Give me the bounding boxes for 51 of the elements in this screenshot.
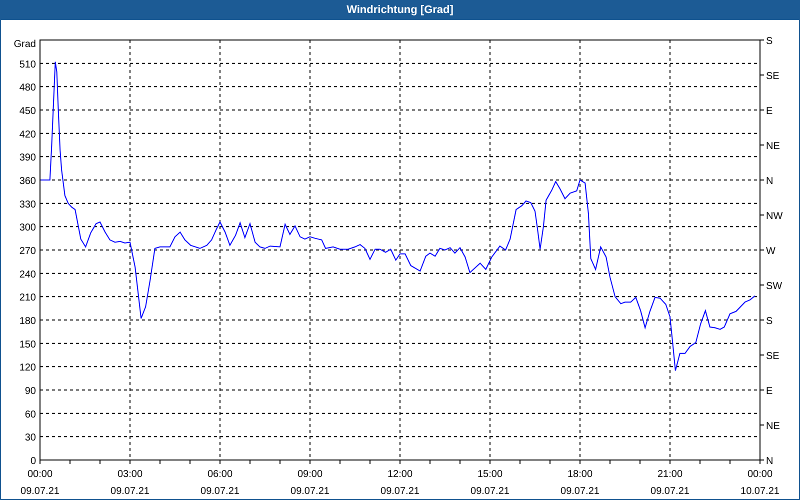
y-tick-label: 510 — [19, 59, 36, 70]
time-tick-label: 15:00 — [477, 469, 503, 480]
compass-tick-label: SE — [766, 351, 780, 362]
date-tick-label: 09.07.21 — [380, 486, 420, 497]
y-tick-label: 90 — [24, 386, 36, 397]
time-tick-label: 06:00 — [207, 469, 233, 480]
compass-tick-label: N — [766, 456, 774, 467]
compass-tick-label: E — [766, 106, 773, 117]
window-title: Windrichtung [Grad] — [346, 2, 454, 18]
compass-tick-label: NE — [766, 421, 780, 432]
y-tick-label: 120 — [19, 362, 36, 374]
time-tick-label: 18:00 — [567, 469, 593, 480]
time-tick-label: 12:00 — [387, 469, 413, 480]
time-tick-label: 03:00 — [117, 469, 143, 480]
compass-tick-label: NW — [766, 211, 783, 222]
compass-tick-label: SE — [766, 71, 780, 82]
compass-tick-label: E — [766, 386, 773, 397]
compass-tick-label: SW — [766, 281, 782, 292]
compass-tick-label: S — [766, 36, 773, 47]
y-tick-label: 0 — [30, 456, 36, 467]
time-tick-label: 21:00 — [657, 469, 683, 480]
date-tick-label: 09.07.21 — [650, 486, 690, 497]
y-tick-label: 150 — [19, 339, 36, 350]
y-tick-label: 240 — [19, 269, 36, 280]
compass-tick-label: NE — [766, 141, 780, 152]
time-tick-label: 00:00 — [27, 469, 53, 480]
y-tick-label: 330 — [19, 199, 36, 210]
y-tick-label: 60 — [24, 409, 36, 420]
date-tick-label: 09.07.21 — [200, 486, 240, 497]
y-axis-title: Grad — [14, 39, 36, 50]
y-tick-label: 360 — [19, 176, 36, 187]
y-tick-label: 390 — [19, 152, 36, 164]
y-tick-label: 480 — [19, 82, 36, 94]
y-tick-label: 450 — [19, 106, 36, 117]
date-tick-label: 09.07.21 — [560, 486, 600, 497]
date-tick-label: 09.07.21 — [470, 486, 510, 497]
y-tick-label: 420 — [19, 129, 36, 140]
date-tick-label: 10.07.21 — [740, 486, 780, 497]
y-tick-label: 270 — [19, 246, 36, 257]
compass-tick-label: W — [766, 246, 776, 257]
time-tick-label: 09:00 — [297, 469, 323, 480]
time-tick-label: 00:00 — [747, 469, 773, 480]
y-tick-label: 180 — [19, 316, 36, 327]
compass-tick-label: N — [766, 176, 774, 187]
date-tick-label: 09.07.21 — [20, 486, 60, 497]
y-tick-label: 300 — [19, 222, 36, 234]
date-tick-label: 09.07.21 — [290, 486, 330, 497]
y-tick-label: 30 — [24, 432, 36, 444]
y-tick-label: 210 — [19, 292, 36, 304]
compass-tick-label: S — [766, 316, 773, 327]
date-tick-label: 09.07.21 — [110, 486, 150, 497]
